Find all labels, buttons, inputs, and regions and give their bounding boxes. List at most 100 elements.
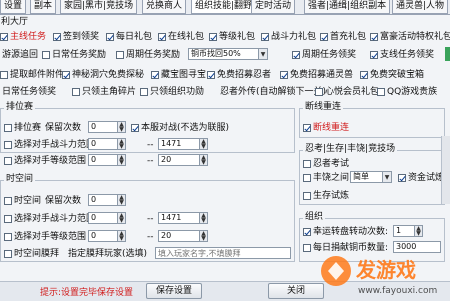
checkbox-daily-gift[interactable] (106, 33, 114, 41)
checkbox-mystery-cave[interactable] (62, 71, 70, 79)
checkbox-lucky-wheel[interactable] (303, 228, 311, 236)
checkbox-ninja-exam[interactable] (303, 160, 311, 168)
label-treasure-map: 藏宝图寻宝 (161, 70, 207, 80)
label-spacetime-worship: 时空间膜拜 (14, 249, 60, 259)
label-daily-quest-reward: 日常任务奖励 (52, 50, 107, 60)
label-hero-fragments: 只领主角碎片 (82, 87, 137, 97)
tab-beast-character[interactable]: 通灵兽|人物 (392, 0, 449, 14)
label-ranked-level: 选择对手等级范围 (14, 156, 87, 166)
checkbox-main-quest[interactable] (0, 33, 8, 41)
label-first-charge: 首充礼包 (330, 32, 367, 42)
checkbox-side-quest-claim[interactable] (370, 51, 378, 59)
spinner-ranked-keep[interactable]: ▲ ▼ (117, 121, 126, 133)
spinner-spacetime-level-min[interactable]: ▲ ▼ (117, 230, 126, 242)
checkbox-sign-in[interactable] (53, 33, 61, 41)
spinner-spacetime-power-min[interactable]: ▲ ▼ (117, 212, 126, 224)
checkbox-fund-trial[interactable] (398, 174, 406, 182)
checkbox-power-gift[interactable] (261, 33, 269, 41)
checkbox-free-breakthrough[interactable] (360, 71, 368, 79)
tab-bar: 设置 副本 家园|黑市|竞技场 兑换商人 组织技能|翻野 定时活动 强者|通缉|… (0, 0, 450, 15)
checkbox-vip-gift[interactable] (370, 33, 378, 41)
checkbox-spacetime-worship[interactable] (4, 250, 12, 258)
select-recover-ratio[interactable]: 铜币找回50% ▼ (188, 48, 268, 60)
spinner-spacetime-power-max[interactable]: ▲ ▼ (199, 212, 208, 224)
group-org-title: 组织 (303, 212, 326, 223)
checkbox-ranked-power[interactable] (4, 141, 12, 149)
checkbox-online-gift[interactable] (158, 33, 166, 41)
checkbox-qq-noble[interactable] (377, 88, 385, 96)
checkbox-ranked[interactable] (4, 124, 12, 132)
label-lucky-wheel: 幸运转盘转动次数: (313, 227, 389, 237)
label-spacetime-power: 选择对手战斗力范围 (14, 214, 96, 224)
separator-dash: -- (147, 156, 154, 166)
select-recover-ratio-value: 铜币找回50% (191, 49, 241, 58)
tab-home-market-arena[interactable]: 家园|黑市|竞技场 (60, 0, 138, 14)
label-local-server: 本服对战(不选为联服) (141, 123, 230, 133)
checkbox-harvest[interactable] (303, 174, 311, 182)
checkbox-first-charge[interactable] (320, 33, 328, 41)
tab-timed-events[interactable]: 定时活动 (251, 0, 296, 14)
checkbox-spacetime[interactable] (4, 197, 12, 205)
label-qq-noble: QQ游戏贵族 (387, 87, 438, 97)
tab-exchange-merchant[interactable]: 兑换商人 (142, 0, 187, 14)
separator-dash: -- (147, 140, 154, 150)
group-trials-title: 忍考|生存|丰饶|竞技场 (303, 144, 398, 155)
checkbox-survival-trial[interactable] (303, 192, 311, 200)
spinner-ranked-power-max[interactable]: ▲ ▼ (199, 138, 208, 150)
label-free-breakthrough: 免费突破宝箱 (370, 70, 425, 80)
input-worship-player[interactable] (155, 247, 291, 259)
spinner-ranked-power-min[interactable]: ▲ ▼ (117, 138, 126, 150)
checkbox-level-gift[interactable] (209, 33, 217, 41)
label-free-ninja: 免费招募忍者 (217, 70, 272, 80)
select-harvest-difficulty[interactable]: 简单 ▼ (350, 171, 392, 183)
checkbox-hero-fragments[interactable] (72, 88, 80, 96)
checkbox-spacetime-level[interactable] (4, 233, 12, 241)
label-weekly-quest-reward: 周期任务奖励 (126, 50, 181, 60)
label-spacetime-level: 选择对手等级范围 (14, 232, 87, 242)
chevron-down-icon[interactable]: ▼ (382, 172, 391, 182)
checkbox-mail-attach[interactable] (0, 71, 8, 79)
spinner-spacetime-keep[interactable]: ▲ ▼ (117, 194, 126, 206)
label-harvest: 丰饶之间 (313, 173, 350, 183)
label-reconnect: 断线重连 (313, 123, 350, 133)
side-green-button[interactable] (445, 47, 450, 61)
tab-settings[interactable]: 设置 (0, 0, 27, 14)
checkbox-daily-quest-reward[interactable] (42, 51, 50, 59)
checkbox-free-ninja[interactable] (207, 71, 215, 79)
group-spacetime-title: 时空间 (4, 174, 36, 185)
label-free-beast: 免费招募通灵兽 (290, 70, 354, 80)
spinner-ranked-level-max[interactable]: ▲ ▼ (199, 154, 208, 166)
svg-text:发游戏: 发游戏 (355, 258, 416, 282)
save-button[interactable]: 保存设置 (146, 283, 202, 299)
label-spacetime-keep: 保留次数 (45, 196, 82, 206)
checkbox-weekly-task-claim[interactable] (292, 51, 300, 59)
scrollbar[interactable] (441, 136, 450, 204)
label-fund-trial: 资金试炼 (408, 173, 445, 183)
tab-strong-wanted-org[interactable]: 强者|通缉|组织副本 (304, 0, 391, 14)
checkbox-org-merit[interactable] (140, 88, 148, 96)
checkbox-spacetime-power[interactable] (4, 215, 12, 223)
label-side-quest-claim: 支线任务领奖 (380, 50, 435, 60)
section-title: 利大厅 (1, 17, 29, 27)
checkbox-vip-member[interactable] (315, 88, 323, 96)
tab-org-skills[interactable]: 组织技能|翻野 (191, 0, 257, 14)
label-ranked-power: 选择对手战斗力范围 (14, 140, 96, 150)
label-survival-trial: 生存试炼 (313, 191, 350, 201)
spinner-spacetime-level-max[interactable]: ▲ ▼ (199, 230, 208, 242)
checkbox-treasure-map[interactable] (151, 71, 159, 79)
checkbox-reconnect[interactable] (303, 124, 311, 132)
tab-dungeon[interactable]: 副本 (30, 0, 57, 14)
spinner-ranked-level-min[interactable]: ▲ ▼ (117, 154, 126, 166)
label-ninja-exam: 忍者考试 (313, 159, 350, 169)
separator-dash: -- (147, 214, 154, 224)
watermark-logo: 发游戏 www.fayouxi.com (321, 256, 437, 296)
chevron-down-icon[interactable]: ▼ (258, 49, 267, 59)
label-worship-player: 指定膜拜玩家(选填) (68, 249, 148, 259)
label-vip-member: 心悦会员礼包 (325, 87, 380, 97)
spinner-lucky-wheel[interactable]: ▲ ▼ (414, 225, 423, 237)
checkbox-weekly-quest-reward[interactable] (116, 51, 124, 59)
checkbox-local-server[interactable] (131, 124, 139, 132)
label-spacetime: 时空间 (14, 196, 42, 206)
checkbox-free-beast[interactable] (280, 71, 288, 79)
checkbox-ranked-level[interactable] (4, 157, 12, 165)
